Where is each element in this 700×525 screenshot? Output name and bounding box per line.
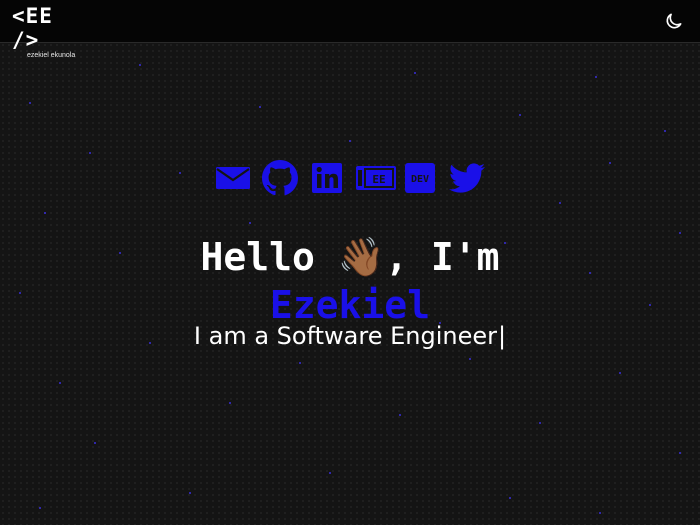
typing-cursor: | [497, 322, 507, 350]
hero-tagline: I am a Software Engineer [193, 322, 497, 350]
hero-tagline-line: I am a Software Engineer| [0, 321, 700, 351]
mail-icon[interactable] [215, 160, 251, 196]
linkedin-icon[interactable] [309, 160, 345, 196]
top-navbar: <EE /> ezekiel ekunola [0, 0, 700, 59]
site-logo-link[interactable]: <EE /> ezekiel ekunola [12, 4, 92, 59]
dev-icon[interactable]: DEV [402, 160, 438, 196]
github-icon[interactable] [261, 160, 298, 196]
blog-icon-text: EE [373, 173, 386, 186]
dev-icon-text: DEV [411, 174, 429, 185]
moon-icon[interactable] [664, 11, 684, 31]
blog-icon[interactable]: EE [355, 160, 397, 196]
twitter-icon[interactable] [448, 160, 485, 196]
hero-greeting: Hello 👋🏾, I'm [200, 235, 500, 279]
social-links: EE DEV [215, 160, 485, 196]
